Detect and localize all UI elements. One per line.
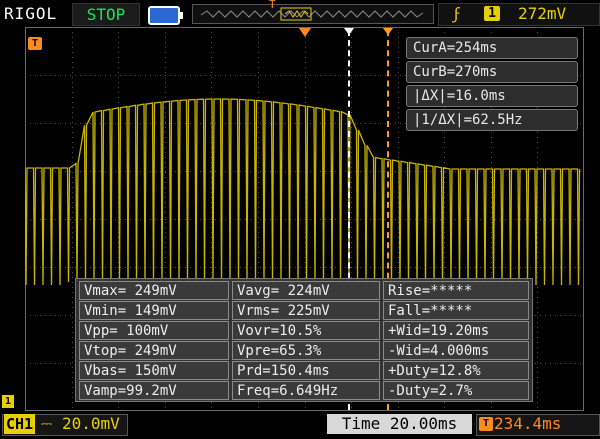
memory-position-bar[interactable]	[192, 4, 434, 24]
measurement-value: Prd=150.4ms	[232, 361, 380, 380]
measurement-value: Rise=*****	[383, 281, 529, 300]
measurement-value: +Wid=19.20ms	[383, 321, 529, 340]
cursor-b-handle[interactable]	[383, 28, 393, 35]
channel1-scale: 20.0mV	[62, 414, 120, 433]
cursor-b-value: CurB=270ms	[406, 61, 578, 83]
rising-edge-icon: ϝ	[452, 4, 462, 23]
trigger-position-icon: T	[269, 0, 276, 11]
horizontal-offset-value: 234.4ms	[494, 414, 562, 433]
cursor-inverse-delta-x: |1/ΔX|=62.5Hz	[406, 109, 578, 131]
trigger-level-marker[interactable]: T	[28, 37, 42, 50]
run-stop-status[interactable]: STOP	[72, 3, 140, 26]
dc-coupling-icon: ⎓	[41, 416, 53, 432]
channel1-label: CH1	[4, 414, 36, 434]
measurement-value: +Duty=12.8%	[383, 361, 529, 380]
measurement-value: -Duty=2.7%	[383, 381, 529, 400]
measurement-value: Vavg= 224mV	[232, 281, 380, 300]
memory-waveform-preview	[200, 7, 424, 21]
trigger-source-badge: 1	[484, 6, 500, 21]
measurement-value: Freq=6.649Hz	[232, 381, 380, 400]
measurement-value: Vpp= 100mV	[79, 321, 229, 340]
trigger-position-marker[interactable]	[299, 28, 311, 37]
measurement-value: Vrms= 225mV	[232, 301, 380, 320]
measurement-value: Vpre=65.3%	[232, 341, 380, 360]
measurement-value: -Wid=4.000ms	[383, 341, 529, 360]
measurement-value: Vovr=10.5%	[232, 321, 380, 340]
measurement-panel: Vmax= 249mV Vavg= 224mV Rise=***** Vmin=…	[75, 278, 533, 402]
timebase-readout[interactable]: Time 20.00ms	[327, 414, 472, 434]
cursor-readout-panel: CurA=254ms CurB=270ms |ΔX|=16.0ms |1/ΔX|…	[406, 37, 578, 133]
measurement-value: Vtop= 249mV	[79, 341, 229, 360]
brand-logo: RIGOL	[4, 4, 58, 23]
measurement-value: Vbas= 150mV	[79, 361, 229, 380]
measurement-value: Fall=*****	[383, 301, 529, 320]
measurement-value: Vmax= 249mV	[79, 281, 229, 300]
measurement-value: Vamp=99.2mV	[79, 381, 229, 400]
trigger-offset-icon: T	[479, 417, 493, 431]
cursor-a-handle[interactable]	[344, 28, 354, 35]
battery-icon	[148, 6, 183, 25]
measurement-value: Vmin= 149mV	[79, 301, 229, 320]
cursor-delta-x: |ΔX|=16.0ms	[406, 85, 578, 107]
cursor-a-value: CurA=254ms	[406, 37, 578, 59]
trigger-level: 272mV	[518, 4, 567, 23]
channel1-offset-marker[interactable]: 1	[2, 395, 14, 408]
